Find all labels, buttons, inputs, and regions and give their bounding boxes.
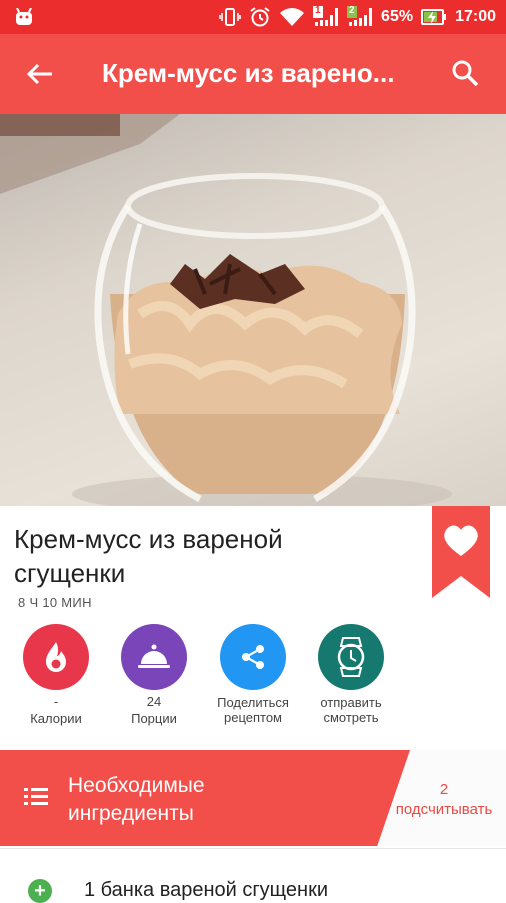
- ingredients-header: Необходимые ингредиенты 2 подсчитывать: [0, 750, 506, 846]
- app-bar-title: Крем-мусс из варено...: [102, 58, 395, 88]
- servings-count-value: 2: [439, 781, 449, 798]
- share-label: Поделиться рецептом: [217, 695, 289, 725]
- share-icon: [220, 624, 286, 690]
- favorite-bookmark-icon[interactable]: [432, 506, 490, 598]
- app-bar: Крем-мусс из варено...: [0, 34, 506, 114]
- portions-value: 24: [146, 694, 162, 709]
- ingredients-title: Необходимые ингредиенты: [68, 774, 205, 825]
- sim2-label: 2: [349, 5, 355, 16]
- sim1-label: 1: [315, 5, 321, 16]
- serving-cloche-icon: [121, 624, 187, 690]
- wifi-icon: [279, 7, 305, 27]
- ingredients-title-panel[interactable]: Необходимые ингредиенты: [0, 750, 410, 846]
- calories-action[interactable]: - Калории: [6, 624, 106, 726]
- back-arrow-icon[interactable]: [24, 58, 56, 90]
- servings-counter[interactable]: 2 подсчитывать: [382, 780, 506, 820]
- recipe-photo: [0, 114, 506, 506]
- signal-sim1-icon: 1: [313, 5, 339, 28]
- portions-label: Порции: [131, 711, 177, 726]
- portions-action[interactable]: 24 Порции: [104, 624, 204, 726]
- send-to-watch-action[interactable]: отправить смотреть: [301, 624, 401, 725]
- flame-icon: [23, 624, 89, 690]
- add-ingredient-icon[interactable]: +: [28, 879, 52, 903]
- watch-icon: [318, 624, 384, 690]
- calories-value: -: [53, 694, 59, 709]
- watch-label: отправить смотреть: [320, 695, 382, 725]
- vibrate-icon: [219, 7, 241, 27]
- battery-percent: 65%: [381, 8, 414, 25]
- alarm-icon: [249, 6, 271, 28]
- recipe-actions: - Калории 24 Порции Поделиться рецептом …: [0, 624, 506, 744]
- servings-count-label: подсчитывать: [395, 801, 493, 818]
- recipe-cook-time: 8 Ч 10 МИН: [18, 595, 92, 610]
- battery-charging-icon: [421, 8, 447, 26]
- share-action[interactable]: Поделиться рецептом: [203, 624, 303, 725]
- ingredient-text: 1 банка вареной сгущенки: [84, 879, 328, 901]
- calories-label: Калории: [30, 711, 82, 726]
- recipe-title: Крем-мусс из вареной сгущенки: [14, 524, 283, 588]
- dessert-glass-illustration: [0, 114, 452, 506]
- status-bar: 1 2 65% 17:00: [0, 0, 506, 34]
- recipe-card: Крем-мусс из вареной сгущенки 8 Ч 10 МИН…: [0, 506, 506, 750]
- ingredient-item[interactable]: + 1 банка вареной сгущенки: [0, 848, 506, 903]
- search-icon[interactable]: [450, 58, 480, 88]
- list-icon: [24, 788, 48, 805]
- clock-time: 17:00: [455, 8, 496, 25]
- android-icon: [16, 8, 32, 25]
- signal-sim2-icon: 2: [347, 5, 373, 28]
